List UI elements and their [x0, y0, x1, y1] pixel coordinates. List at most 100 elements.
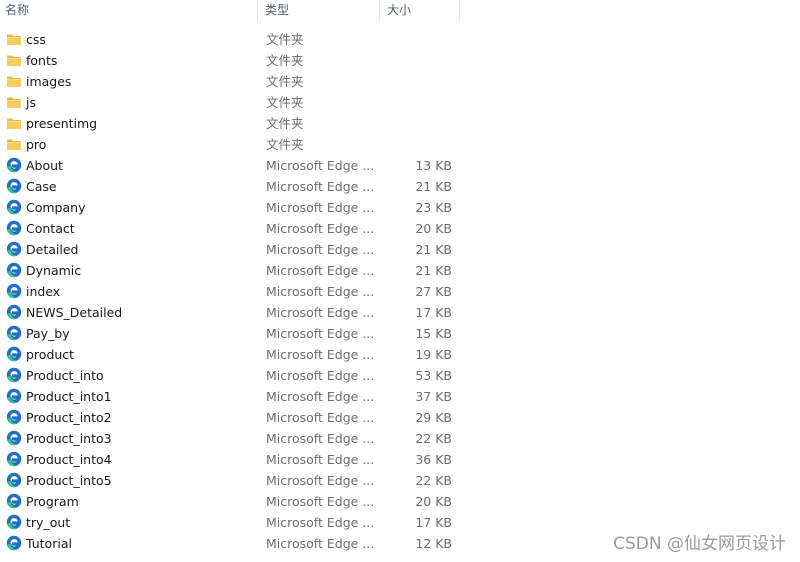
file-row-product[interactable]: product Microsoft Edge ... 19 KB: [0, 344, 800, 365]
file-size: 22 KB: [415, 473, 452, 488]
folder-icon: [6, 94, 22, 110]
folder-icon: [6, 136, 22, 152]
file-name: Pay_by: [26, 326, 70, 341]
file-type: Microsoft Edge ...: [266, 347, 375, 362]
column-header-bar: 名称 类型 大小: [0, 0, 800, 21]
file-name: pro: [26, 137, 47, 152]
file-name: Tutorial: [26, 536, 72, 551]
file-row-css[interactable]: css 文件夹: [0, 29, 800, 50]
file-size: 19 KB: [415, 347, 452, 362]
file-row-pro[interactable]: pro 文件夹: [0, 134, 800, 155]
column-header-type[interactable]: 类型: [258, 0, 380, 21]
edge-html-file-icon: [6, 367, 22, 383]
edge-html-file-icon: [6, 346, 22, 362]
file-row-product-into[interactable]: Product_into Microsoft Edge ... 53 KB: [0, 365, 800, 386]
file-name: try_out: [26, 515, 71, 530]
file-name: product: [26, 347, 75, 362]
edge-html-file-icon: [6, 493, 22, 509]
file-row-product-into2[interactable]: Product_into2 Microsoft Edge ... 29 KB: [0, 407, 800, 428]
file-name: images: [26, 74, 72, 89]
folder-icon: [6, 115, 22, 131]
file-row-detailed[interactable]: Detailed Microsoft Edge ... 21 KB: [0, 239, 800, 260]
edge-html-file-icon: [6, 472, 22, 488]
file-row-product-into1[interactable]: Product_into1 Microsoft Edge ... 37 KB: [0, 386, 800, 407]
file-size: 23 KB: [415, 200, 452, 215]
file-name: Product_into1: [26, 389, 112, 404]
file-name: Program: [26, 494, 79, 509]
edge-html-file-icon: [6, 220, 22, 236]
file-row-product-into3[interactable]: Product_into3 Microsoft Edge ... 22 KB: [0, 428, 800, 449]
file-type: Microsoft Edge ...: [266, 368, 375, 383]
file-size: 36 KB: [415, 452, 452, 467]
file-row-pay-by[interactable]: Pay_by Microsoft Edge ... 15 KB: [0, 323, 800, 344]
file-type: Microsoft Edge ...: [266, 221, 375, 236]
edge-html-file-icon: [6, 430, 22, 446]
edge-html-file-icon: [6, 199, 22, 215]
column-header-size[interactable]: 大小: [380, 0, 460, 21]
file-type: Microsoft Edge ...: [266, 326, 375, 341]
file-row-dynamic[interactable]: Dynamic Microsoft Edge ... 21 KB: [0, 260, 800, 281]
file-type: Microsoft Edge ...: [266, 263, 375, 278]
file-type: Microsoft Edge ...: [266, 515, 375, 530]
edge-html-file-icon: [6, 241, 22, 257]
file-row-program[interactable]: Program Microsoft Edge ... 20 KB: [0, 491, 800, 512]
file-size: 17 KB: [415, 515, 452, 530]
file-row-company[interactable]: Company Microsoft Edge ... 23 KB: [0, 197, 800, 218]
edge-html-file-icon: [6, 451, 22, 467]
file-name: Case: [26, 179, 57, 194]
file-size: 53 KB: [415, 368, 452, 383]
file-name: index: [26, 284, 61, 299]
file-name: Product_into5: [26, 473, 112, 488]
file-name: Detailed: [26, 242, 79, 257]
file-size: 20 KB: [415, 494, 452, 509]
file-row-js[interactable]: js 文件夹: [0, 92, 800, 113]
edge-html-file-icon: [6, 157, 22, 173]
file-row-about[interactable]: About Microsoft Edge ... 13 KB: [0, 155, 800, 176]
edge-html-file-icon: [6, 535, 22, 551]
file-row-product-into4[interactable]: Product_into4 Microsoft Edge ... 36 KB: [0, 449, 800, 470]
file-name: Product_into2: [26, 410, 112, 425]
file-row-index[interactable]: index Microsoft Edge ... 27 KB: [0, 281, 800, 302]
edge-html-file-icon: [6, 178, 22, 194]
file-type: Microsoft Edge ...: [266, 410, 375, 425]
file-type: Microsoft Edge ...: [266, 494, 375, 509]
file-name: Company: [26, 200, 86, 215]
file-name: Contact: [26, 221, 75, 236]
column-header-name[interactable]: 名称: [0, 0, 258, 21]
file-row-presentimg[interactable]: presentimg 文件夹: [0, 113, 800, 134]
file-size: 27 KB: [415, 284, 452, 299]
file-name: Dynamic: [26, 263, 82, 278]
file-type: Microsoft Edge ...: [266, 158, 375, 173]
file-name: Product_into3: [26, 431, 112, 446]
file-row-product-into5[interactable]: Product_into5 Microsoft Edge ... 22 KB: [0, 470, 800, 491]
file-size: 15 KB: [415, 326, 452, 341]
file-row-case[interactable]: Case Microsoft Edge ... 21 KB: [0, 176, 800, 197]
file-type: 文件夹: [266, 53, 304, 68]
file-type: Microsoft Edge ...: [266, 179, 375, 194]
file-name: About: [26, 158, 63, 173]
edge-html-file-icon: [6, 304, 22, 320]
file-row-fonts[interactable]: fonts 文件夹: [0, 50, 800, 71]
file-type: 文件夹: [266, 95, 304, 110]
file-name: css: [26, 32, 46, 47]
file-type: Microsoft Edge ...: [266, 200, 375, 215]
edge-html-file-icon: [6, 514, 22, 530]
file-name: fonts: [26, 53, 58, 68]
edge-html-file-icon: [6, 262, 22, 278]
file-type: 文件夹: [266, 116, 304, 131]
file-size: 21 KB: [415, 242, 452, 257]
file-row-news-detailed[interactable]: NEWS_Detailed Microsoft Edge ... 17 KB: [0, 302, 800, 323]
file-size: 21 KB: [415, 263, 452, 278]
file-size: 12 KB: [415, 536, 452, 551]
file-name: Product_into4: [26, 452, 112, 467]
file-row-images[interactable]: images 文件夹: [0, 71, 800, 92]
file-size: 29 KB: [415, 410, 452, 425]
file-type: 文件夹: [266, 32, 304, 47]
file-name: presentimg: [26, 116, 98, 131]
folder-icon: [6, 31, 22, 47]
file-row-contact[interactable]: Contact Microsoft Edge ... 20 KB: [0, 218, 800, 239]
file-type: Microsoft Edge ...: [266, 473, 375, 488]
file-size: 37 KB: [415, 389, 452, 404]
file-name: NEWS_Detailed: [26, 305, 123, 320]
file-size: 17 KB: [415, 305, 452, 320]
